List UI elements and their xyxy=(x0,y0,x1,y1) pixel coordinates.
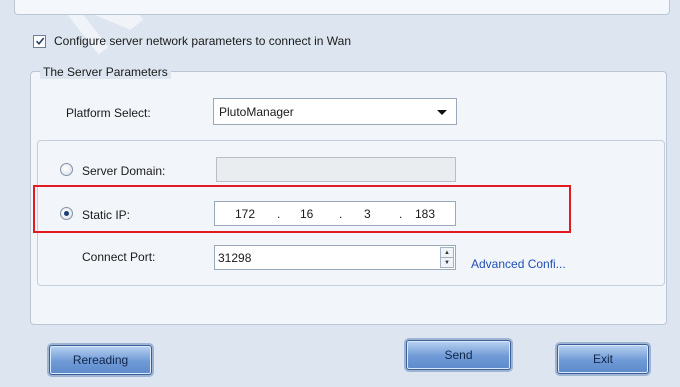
exit-button[interactable]: Exit xyxy=(557,344,649,374)
ip-dot-3: . xyxy=(399,207,403,221)
wan-config-row[interactable]: Configure server network parameters to c… xyxy=(33,34,351,48)
server-domain-radio[interactable] xyxy=(60,163,73,176)
platform-select-value: PlutoManager xyxy=(219,104,294,119)
connect-port-input[interactable]: 31298 ▲ ▼ xyxy=(214,245,456,270)
top-panel-edge xyxy=(14,0,670,15)
ip-octet-3[interactable]: 3 xyxy=(364,207,371,221)
port-spinner[interactable]: ▲ ▼ xyxy=(440,247,454,268)
rereading-button[interactable]: Rereading xyxy=(49,345,152,375)
send-button[interactable]: Send xyxy=(406,340,511,370)
ip-dot-2: . xyxy=(339,207,343,221)
chevron-down-icon[interactable] xyxy=(437,110,447,115)
static-ip-label: Static IP: xyxy=(82,208,131,222)
server-domain-label: Server Domain: xyxy=(82,164,166,178)
static-ip-radio[interactable] xyxy=(60,207,73,220)
ip-octet-1[interactable]: 172 xyxy=(235,207,255,221)
static-ip-input[interactable]: 172 . 16 . 3 . 183 xyxy=(214,201,456,226)
wan-config-checkbox[interactable] xyxy=(33,34,46,48)
ip-octet-2[interactable]: 16 xyxy=(300,207,313,221)
server-parameters-legend: The Server Parameters xyxy=(40,65,171,79)
ip-dot-1: . xyxy=(277,207,281,221)
spin-down-icon[interactable]: ▼ xyxy=(441,257,453,267)
wan-config-label: Configure server network parameters to c… xyxy=(54,34,352,48)
checkmark-icon xyxy=(35,37,44,46)
connect-port-value: 31298 xyxy=(218,250,252,265)
advanced-config-link[interactable]: Advanced Confi... xyxy=(471,257,566,271)
connect-port-label: Connect Port: xyxy=(82,250,156,264)
spin-up-icon[interactable]: ▲ xyxy=(441,248,453,257)
server-domain-input[interactable] xyxy=(216,157,456,182)
platform-select-dropdown[interactable]: PlutoManager xyxy=(213,98,457,125)
ip-octet-4[interactable]: 183 xyxy=(415,207,435,221)
platform-select-label: Platform Select: xyxy=(66,106,151,120)
